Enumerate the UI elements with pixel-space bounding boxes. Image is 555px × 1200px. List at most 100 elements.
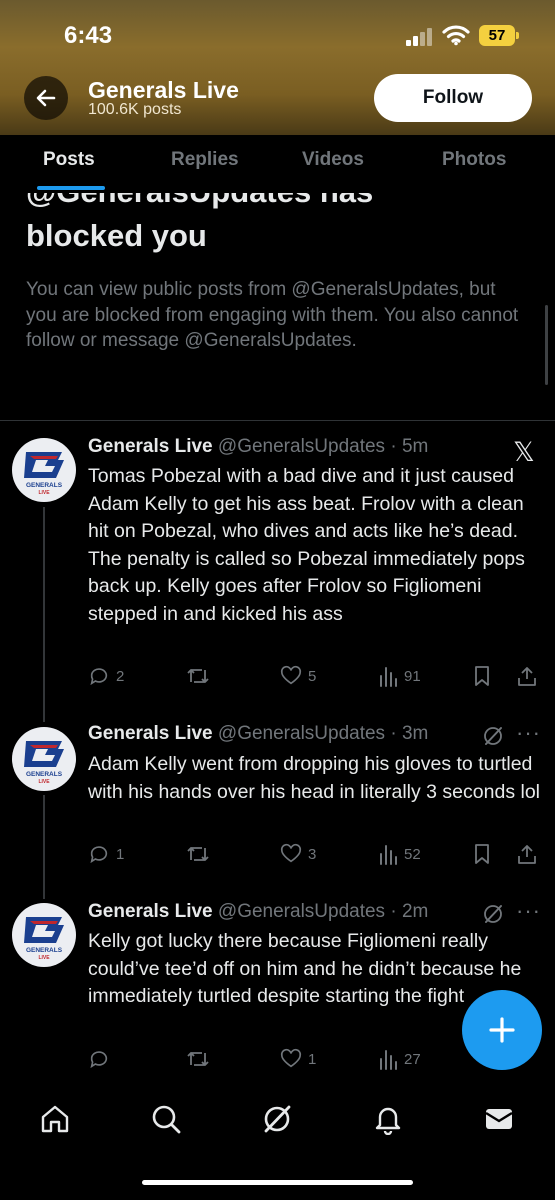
reply-icon <box>90 668 108 686</box>
search-icon <box>152 1105 181 1134</box>
heart-icon <box>280 665 302 685</box>
tweet-handle-time[interactable]: @GeneralsUpdates · 5m <box>218 436 428 457</box>
tweet-text[interactable]: Tomas Pobezal with a bad dive and it jus… <box>88 463 543 628</box>
more-options-icon[interactable]: ··· <box>516 720 541 746</box>
generals-logo-icon: GENERALS LIVE <box>24 741 64 785</box>
home-indicator <box>142 1180 413 1185</box>
blocked-title: @GeneralsUpdates has blocked you <box>26 193 526 258</box>
thread-line <box>43 795 45 899</box>
reply-count: 2 <box>116 667 125 685</box>
nav-notifications[interactable] <box>370 1101 406 1137</box>
compose-button[interactable] <box>462 990 542 1070</box>
tweet-handle-time[interactable]: @GeneralsUpdates · 2m <box>218 901 428 922</box>
views-icon <box>380 1050 397 1070</box>
repost-icon <box>187 1052 209 1066</box>
profile-header: 6:43 57 Generals Live 100.6K posts Follo… <box>0 0 555 135</box>
repost-button[interactable] <box>186 665 210 687</box>
blocked-title-line2: blocked you <box>26 218 207 253</box>
heart-icon <box>280 1048 302 1068</box>
grok-icon[interactable] <box>482 903 504 925</box>
heart-icon <box>280 843 302 863</box>
like-button[interactable]: 5 <box>280 665 316 687</box>
nav-messages[interactable] <box>481 1101 517 1137</box>
account-name: Generals Live <box>88 77 239 103</box>
tab-photos[interactable]: Photos <box>442 149 506 171</box>
post-count: 100.6K posts <box>88 101 182 118</box>
repost-button[interactable] <box>186 843 210 865</box>
nav-search[interactable] <box>148 1101 184 1137</box>
status-bar: 6:43 57 <box>0 0 555 70</box>
like-button[interactable]: 3 <box>280 843 316 865</box>
views-icon <box>380 845 397 865</box>
repost-icon <box>187 669 209 683</box>
wifi-icon <box>442 25 470 46</box>
tweet-actions: 1 3 52 <box>88 843 543 867</box>
bookmark-button[interactable] <box>472 843 492 865</box>
bell-icon <box>375 1107 401 1135</box>
repost-button[interactable] <box>186 1048 210 1070</box>
tab-videos[interactable]: Videos <box>302 149 364 171</box>
arrow-left-icon <box>36 89 56 107</box>
svg-text:GENERALS: GENERALS <box>26 482 63 489</box>
tab-replies[interactable]: Replies <box>171 149 239 171</box>
scrollbar[interactable] <box>545 305 548 385</box>
repost-icon <box>187 847 209 861</box>
battery-indicator: 57 <box>479 25 515 46</box>
more-options-icon[interactable]: ··· <box>516 898 541 924</box>
profile-tabs: Posts Replies Videos Photos <box>0 135 555 193</box>
svg-text:GENERALS: GENERALS <box>26 947 63 954</box>
generals-logo-icon: GENERALS LIVE <box>24 917 64 961</box>
tweet-text[interactable]: Adam Kelly went from dropping his gloves… <box>88 751 543 806</box>
reply-button[interactable] <box>88 1048 116 1070</box>
tweet-text[interactable]: Kelly got lucky there because Figliomeni… <box>88 928 543 1011</box>
back-button[interactable] <box>24 76 68 120</box>
svg-text:LIVE: LIVE <box>38 955 50 961</box>
grok-icon[interactable] <box>482 725 504 747</box>
views-button[interactable]: 91 <box>378 665 421 687</box>
reply-button[interactable]: 1 <box>88 843 124 865</box>
bookmark-icon <box>475 666 489 686</box>
nav-home[interactable] <box>37 1101 73 1137</box>
battery-tip <box>516 32 519 39</box>
view-count: 91 <box>404 667 421 685</box>
home-icon <box>41 1105 69 1133</box>
tweet-header: Generals Live @GeneralsUpdates · 3m <box>88 723 428 745</box>
avatar[interactable]: GENERALS LIVE <box>12 438 76 502</box>
avatar[interactable]: GENERALS LIVE <box>12 727 76 791</box>
follow-button[interactable]: Follow <box>374 74 532 122</box>
view-count: 52 <box>404 845 421 863</box>
tab-posts[interactable]: Posts <box>43 149 95 171</box>
tweet-handle-time[interactable]: @GeneralsUpdates · 3m <box>218 723 428 744</box>
cellular-signal-icon <box>406 28 432 46</box>
tweet-actions: 2 5 91 <box>88 665 543 689</box>
mail-icon <box>485 1109 513 1129</box>
share-button[interactable] <box>516 665 538 687</box>
svg-text:LIVE: LIVE <box>38 779 50 785</box>
like-button[interactable]: 1 <box>280 1048 316 1070</box>
bookmark-button[interactable] <box>472 665 492 687</box>
reply-count: 1 <box>116 845 125 863</box>
svg-text:GENERALS: GENERALS <box>26 771 63 778</box>
generals-logo-icon: GENERALS LIVE <box>24 452 64 496</box>
avatar[interactable]: GENERALS LIVE <box>12 903 76 967</box>
nav-grok[interactable] <box>259 1101 295 1137</box>
views-button[interactable]: 27 <box>378 1048 421 1070</box>
blocked-title-clip: @GeneralsUpdates has blocked you <box>0 193 555 263</box>
tweet-header: Generals Live @GeneralsUpdates · 5m <box>88 436 428 458</box>
bookmark-icon <box>475 844 489 864</box>
tweet-author-name[interactable]: Generals Live <box>88 723 213 744</box>
blocked-title-line1: @GeneralsUpdates has <box>26 193 526 214</box>
tweet-author-name[interactable]: Generals Live <box>88 901 213 922</box>
share-icon <box>518 845 536 864</box>
views-button[interactable]: 52 <box>378 843 421 865</box>
reply-button[interactable]: 2 <box>88 665 124 687</box>
share-icon <box>518 667 536 686</box>
like-count: 3 <box>308 845 317 863</box>
view-count: 27 <box>404 1050 421 1068</box>
like-count: 1 <box>308 1050 317 1068</box>
reply-icon <box>90 1051 108 1069</box>
share-button[interactable] <box>516 843 538 865</box>
tweet-author-name[interactable]: Generals Live <box>88 436 213 457</box>
plus-icon <box>489 1017 515 1043</box>
like-count: 5 <box>308 667 317 685</box>
